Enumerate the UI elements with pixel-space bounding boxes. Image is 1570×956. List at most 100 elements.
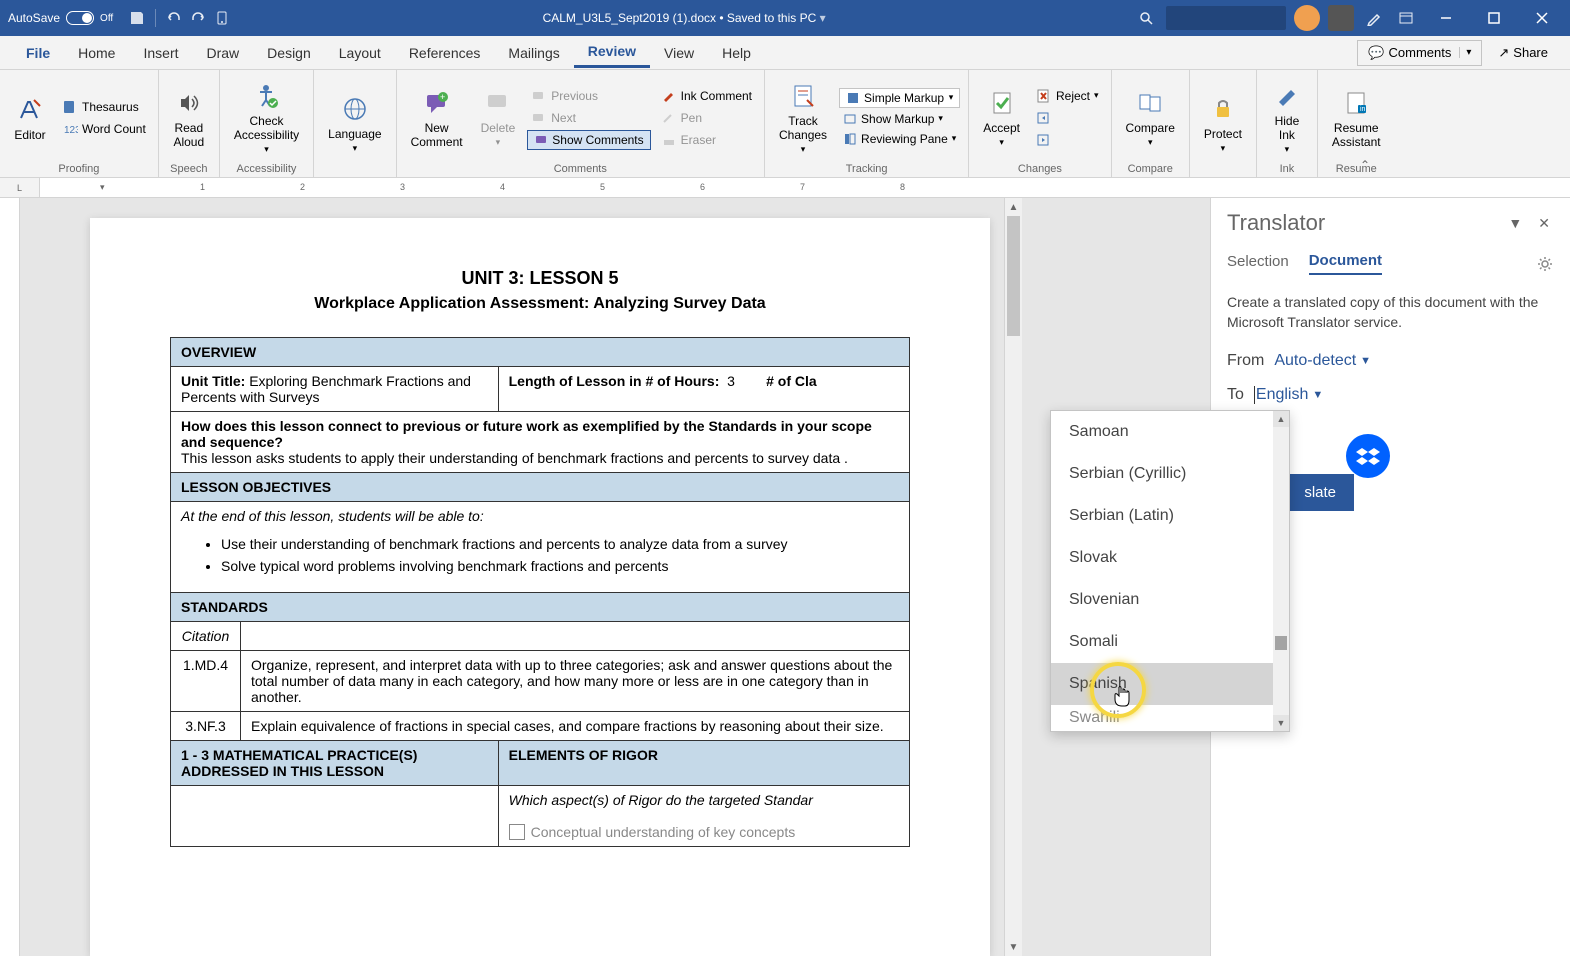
tab-help[interactable]: Help [708, 39, 765, 67]
objective-item: Solve typical word problems involving be… [221, 558, 899, 574]
tab-document[interactable]: Document [1309, 252, 1382, 275]
share-button[interactable]: ↗ Share [1488, 41, 1558, 65]
doc-title: UNIT 3: LESSON 5 [170, 268, 910, 289]
dd-scroll-thumb[interactable] [1275, 636, 1287, 650]
lang-option-swahili[interactable]: Swahili [1051, 705, 1289, 731]
translate-button[interactable]: slate [1286, 474, 1354, 511]
lang-option-serbian-latin[interactable]: Serbian (Latin) [1051, 495, 1289, 537]
thesaurus-button[interactable]: Thesaurus [58, 97, 150, 117]
tab-review[interactable]: Review [574, 37, 650, 68]
toggle-switch[interactable] [66, 11, 94, 25]
pane-menu-icon[interactable]: ▼ [1504, 211, 1526, 235]
vertical-ruler[interactable] [0, 198, 20, 956]
lang-option-spanish[interactable]: Spanish [1051, 663, 1289, 705]
ribbon-display-icon[interactable] [1394, 6, 1418, 30]
dd-scroll-up-icon[interactable]: ▲ [1273, 411, 1289, 427]
language-button[interactable]: Language▾ [322, 91, 387, 156]
account-area[interactable] [1166, 6, 1286, 30]
tab-home[interactable]: Home [64, 39, 129, 67]
checkbox-icon[interactable] [509, 824, 525, 840]
document-page[interactable]: UNIT 3: LESSON 5 Workplace Application A… [90, 218, 990, 956]
close-button[interactable] [1522, 0, 1562, 36]
title-bar: AutoSave Off CALM_U3L5_Sept2019 (1).docx… [0, 0, 1570, 36]
practice-header: 1 - 3 MATHEMATICAL PRACTICE(S) ADDRESSED… [171, 741, 499, 786]
lang-option-samoan[interactable]: Samoan [1051, 411, 1289, 453]
ink-comment-button[interactable]: Ink Comment [657, 86, 756, 106]
tab-draw[interactable]: Draw [193, 39, 254, 67]
gear-icon[interactable] [1536, 255, 1554, 273]
document-title[interactable]: CALM_U3L5_Sept2019 (1).docx • Saved to t… [234, 11, 1134, 25]
maximize-button[interactable] [1474, 0, 1514, 36]
tab-selection[interactable]: Selection [1227, 253, 1289, 274]
collapse-ribbon-icon[interactable]: ⌃ [1360, 158, 1370, 172]
objectives-cell: At the end of this lesson, students will… [171, 502, 910, 593]
hide-ink-button[interactable]: Hide Ink▾ [1265, 78, 1309, 157]
tab-file[interactable]: File [12, 39, 64, 67]
prev-change-button[interactable] [1032, 108, 1103, 128]
to-language-dropdown[interactable]: English ▼ [1254, 386, 1323, 404]
lang-option-serbian-cyrillic[interactable]: Serbian (Cyrillic) [1051, 453, 1289, 495]
lang-option-somali[interactable]: Somali [1051, 621, 1289, 663]
pane-close-icon[interactable]: ✕ [1534, 211, 1554, 236]
main-area: UNIT 3: LESSON 5 Workplace Application A… [0, 198, 1570, 956]
doc-subtitle: Workplace Application Assessment: Analyz… [170, 295, 910, 313]
autosave-toggle[interactable]: AutoSave Off [8, 11, 113, 25]
editor-button[interactable]: Editor [8, 92, 52, 144]
tab-view[interactable]: View [650, 39, 708, 67]
tab-design[interactable]: Design [253, 39, 325, 67]
lang-option-slovak[interactable]: Slovak [1051, 537, 1289, 579]
search-icon[interactable] [1134, 6, 1158, 30]
pen-mode-icon[interactable] [1362, 6, 1386, 30]
tab-insert[interactable]: Insert [129, 39, 192, 67]
word-count-button[interactable]: 123Word Count [58, 119, 150, 139]
resume-assistant-button[interactable]: in Resume Assistant [1326, 85, 1387, 151]
from-language-dropdown[interactable]: Auto-detect ▼ [1274, 352, 1371, 370]
new-comment-button[interactable]: + New Comment [405, 85, 469, 151]
scroll-up-icon[interactable]: ▲ [1005, 198, 1022, 216]
tab-mailings[interactable]: Mailings [494, 39, 573, 67]
ribbon-group-language: Language▾ [314, 70, 396, 177]
autosave-label: AutoSave [8, 11, 60, 25]
tab-references[interactable]: References [395, 39, 495, 67]
undo-icon[interactable] [162, 6, 186, 30]
minimize-button[interactable] [1426, 0, 1466, 36]
show-comments-button[interactable]: Show Comments [527, 130, 650, 150]
show-markup-button[interactable]: Show Markup ▾ [839, 110, 960, 128]
dropbox-badge-icon[interactable] [1346, 434, 1390, 478]
dropdown-scrollbar[interactable]: ▲ ▼ [1273, 411, 1289, 731]
std-code: 3.NF.3 [171, 712, 241, 741]
doc-table: OVERVIEW Unit Title: Exploring Benchmark… [170, 337, 910, 847]
comments-button[interactable]: 💬 Comments ▾ [1357, 40, 1482, 66]
svg-text:123: 123 [64, 125, 78, 136]
reviewing-pane-button[interactable]: Reviewing Pane ▾ [839, 130, 960, 148]
tab-layout[interactable]: Layout [325, 39, 395, 67]
protect-button[interactable]: Protect▾ [1198, 91, 1248, 156]
objectives-header: LESSON OBJECTIVES [171, 473, 910, 502]
scroll-thumb[interactable] [1007, 216, 1020, 336]
ruler-corner: L [0, 178, 40, 197]
accept-button[interactable]: Accept▾ [977, 85, 1026, 150]
touch-mode-icon[interactable] [210, 6, 234, 30]
ribbon-group-resume: in Resume Assistant Resume [1318, 70, 1395, 177]
save-icon[interactable] [125, 6, 149, 30]
scroll-down-icon[interactable]: ▼ [1005, 938, 1022, 956]
std-code: 1.MD.4 [171, 651, 241, 712]
vertical-scrollbar[interactable]: ▲ ▼ [1004, 198, 1022, 956]
compare-button[interactable]: Compare▾ [1120, 85, 1181, 150]
citation-header: Citation [171, 622, 241, 651]
next-change-button[interactable] [1032, 130, 1103, 150]
svg-text:in: in [1360, 106, 1366, 113]
track-changes-button[interactable]: Track Changes▾ [773, 78, 833, 157]
dd-scroll-down-icon[interactable]: ▼ [1273, 715, 1289, 731]
markup-display-dropdown[interactable]: Simple Markup▾ [839, 88, 960, 108]
horizontal-ruler[interactable]: ▾ 1 2 3 4 5 6 7 8 [40, 178, 1570, 197]
lang-option-slovenian[interactable]: Slovenian [1051, 579, 1289, 621]
check-accessibility-button[interactable]: Check Accessibility▾ [228, 78, 305, 157]
redo-icon[interactable] [186, 6, 210, 30]
read-aloud-button[interactable]: Read Aloud [167, 85, 211, 151]
account-box[interactable] [1328, 5, 1354, 31]
document-viewport[interactable]: UNIT 3: LESSON 5 Workplace Application A… [20, 198, 1210, 956]
avatar[interactable] [1294, 5, 1320, 31]
previous-comment-button: Previous [527, 86, 650, 106]
reject-button[interactable]: Reject ▾ [1032, 86, 1103, 106]
